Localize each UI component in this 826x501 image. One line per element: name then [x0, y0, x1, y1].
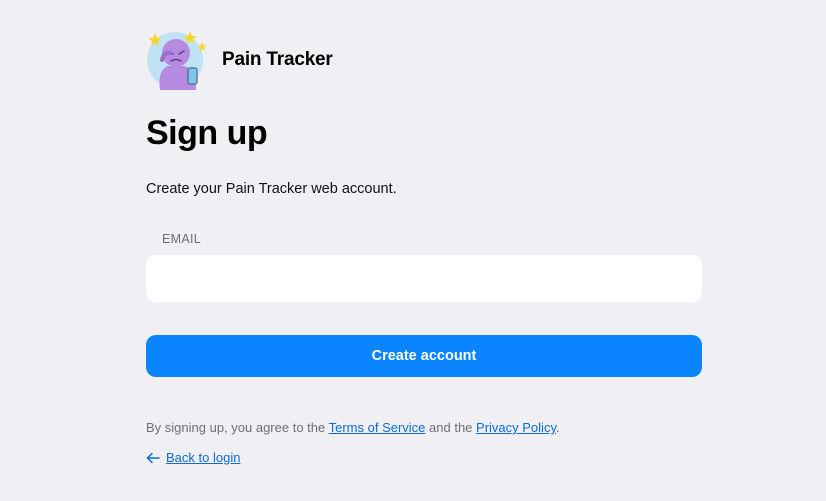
- brand-header: Pain Tracker: [146, 30, 333, 90]
- brand-name: Pain Tracker: [222, 49, 333, 70]
- page-subtitle: Create your Pain Tracker web account.: [146, 181, 397, 197]
- create-account-button[interactable]: Create account: [146, 335, 702, 377]
- back-to-login-link[interactable]: Back to login: [166, 450, 240, 465]
- pain-character-logo-icon: [147, 31, 207, 90]
- email-field[interactable]: [146, 255, 702, 302]
- signup-page: Pain Tracker Sign up Create your Pain Tr…: [0, 0, 826, 501]
- privacy-policy-link[interactable]: Privacy Policy: [476, 420, 556, 435]
- page-title: Sign up: [146, 114, 268, 152]
- arrow-left-icon: [146, 452, 160, 463]
- email-label: EMAIL: [162, 232, 202, 246]
- terms-of-service-link[interactable]: Terms of Service: [329, 420, 426, 435]
- legal-suffix: .: [555, 420, 560, 435]
- legal-middle: and the: [425, 420, 477, 435]
- legal-notice: By signing up, you agree to the Terms of…: [146, 420, 560, 435]
- legal-prefix: By signing up, you agree to the: [146, 420, 329, 435]
- back-to-login[interactable]: Back to login: [146, 450, 240, 465]
